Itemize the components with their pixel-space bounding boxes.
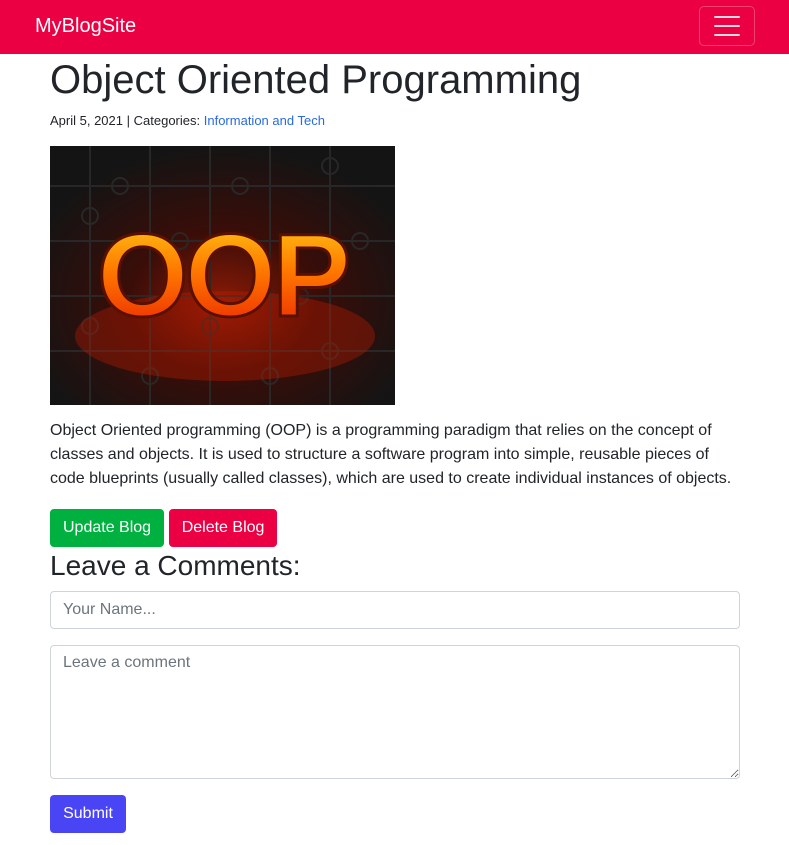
post-date: April 5, 2021 xyxy=(50,113,123,128)
comments-heading: Leave a Comments: xyxy=(50,550,301,581)
post-meta: April 5, 2021 | Categories: Information … xyxy=(50,112,740,130)
post-image-text: OOP xyxy=(97,210,348,342)
navbar: MyBlogSite xyxy=(0,0,789,54)
comment-textarea[interactable] xyxy=(50,645,740,779)
navbar-toggler-button[interactable] xyxy=(699,6,755,46)
post-actions: Update Blog Delete Blog xyxy=(50,509,740,547)
categories-label: Categories: xyxy=(133,113,201,128)
update-blog-button[interactable]: Update Blog xyxy=(50,509,165,547)
delete-blog-button[interactable]: Delete Blog xyxy=(169,509,278,547)
post-image: OOP xyxy=(50,146,395,405)
name-input[interactable] xyxy=(50,591,740,629)
hamburger-menu-icon xyxy=(714,13,740,40)
brand-link[interactable]: MyBlogSite xyxy=(35,14,136,38)
category-link[interactable]: Information and Tech xyxy=(204,113,325,128)
main-content: Object Oriented Programming April 5, 202… xyxy=(50,54,740,833)
meta-separator: | xyxy=(126,113,131,128)
post-title: Object Oriented Programming xyxy=(50,58,582,102)
post-body: Object Oriented programming (OOP) is a p… xyxy=(50,422,732,487)
comment-form: Submit xyxy=(50,591,740,833)
submit-button[interactable]: Submit xyxy=(50,795,126,833)
